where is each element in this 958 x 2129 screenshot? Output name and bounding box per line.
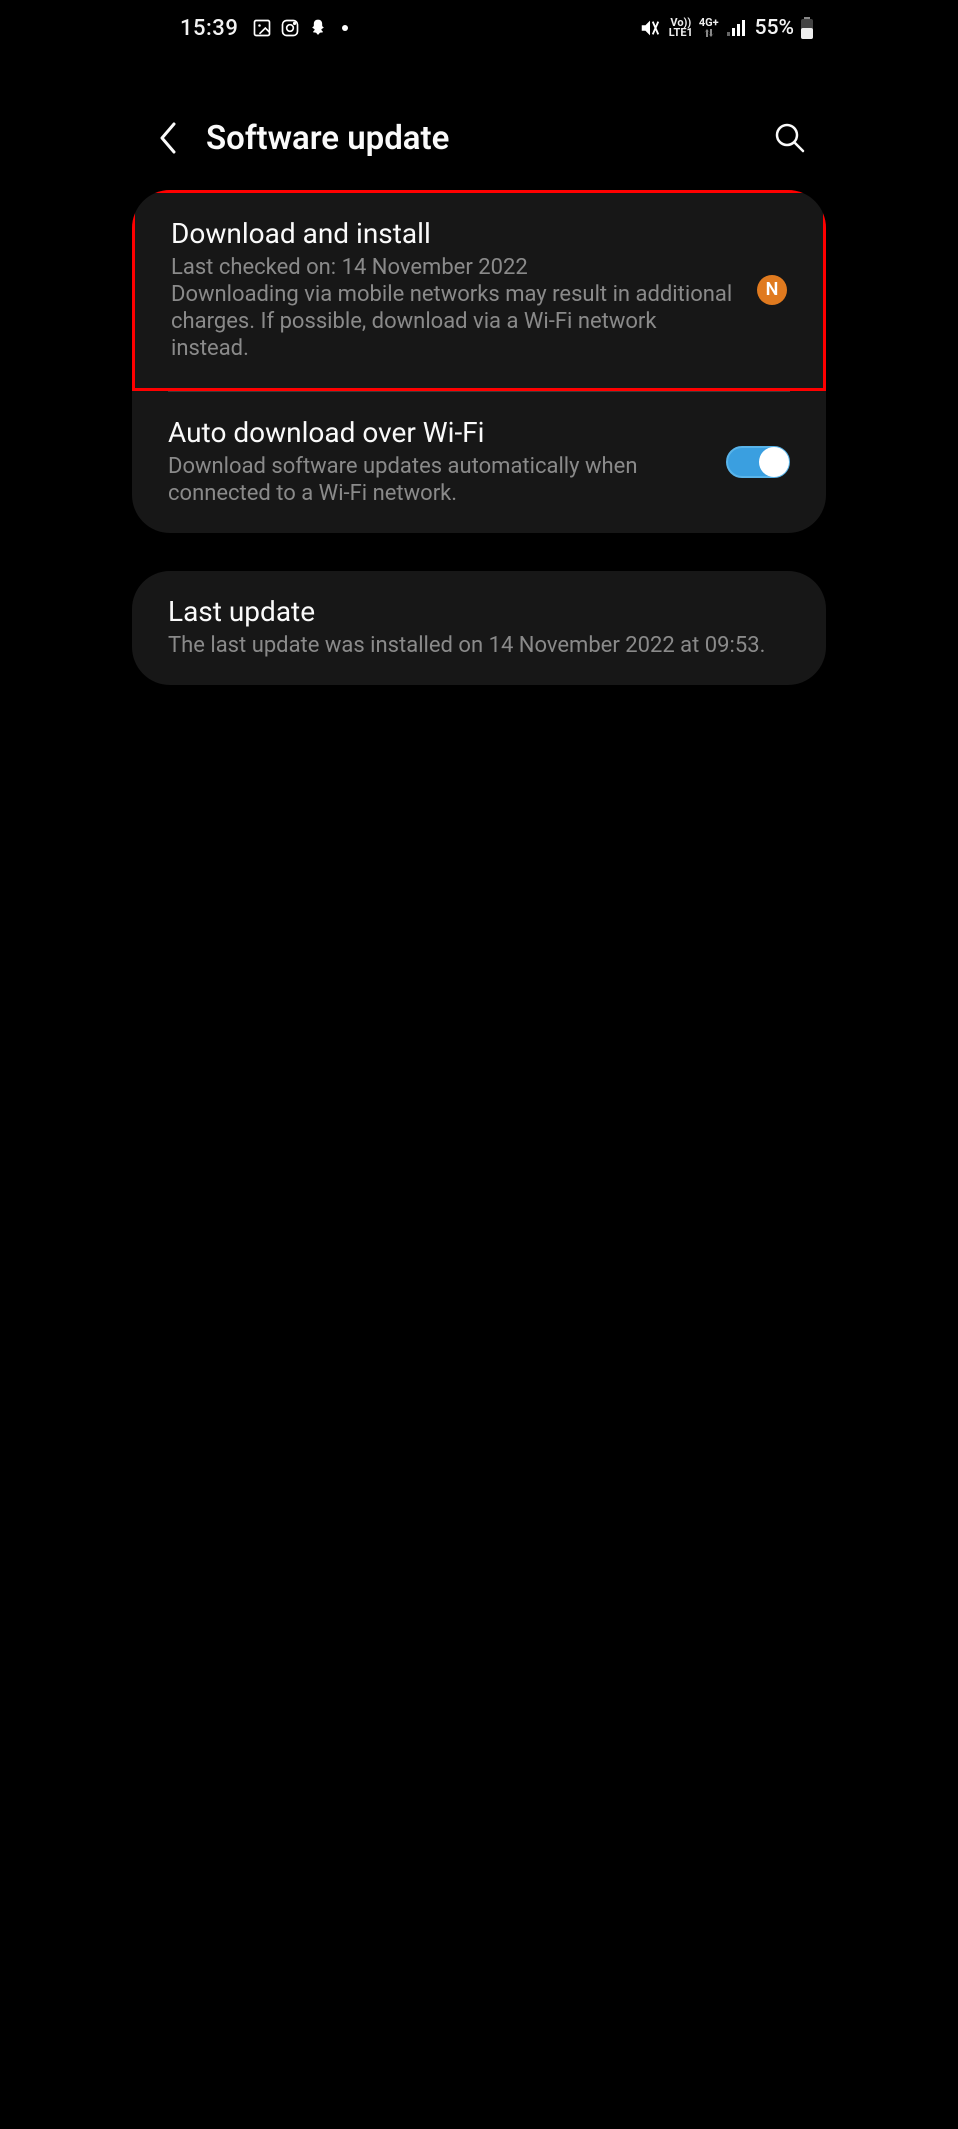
- signal-icon: [727, 20, 747, 36]
- auto-download-title: Auto download over Wi-Fi: [168, 416, 702, 449]
- data-type-label: 4G+: [699, 18, 719, 28]
- more-notifications-dot: [342, 25, 348, 31]
- data-arrows-icon: [703, 28, 715, 38]
- back-button[interactable]: [148, 118, 188, 158]
- download-install-highlight: Download and install Last checked on: 14…: [132, 190, 826, 391]
- lte-label: LTE1: [669, 28, 693, 38]
- download-install-title: Download and install: [171, 217, 737, 250]
- last-update-item[interactable]: Last update The last update was installe…: [132, 571, 826, 685]
- download-install-item[interactable]: Download and install Last checked on: 14…: [135, 193, 823, 388]
- page-title: Software update: [206, 119, 770, 158]
- mute-icon: [639, 17, 661, 39]
- auto-download-item[interactable]: Auto download over Wi-Fi Download softwa…: [132, 392, 826, 533]
- gallery-icon: [252, 18, 272, 38]
- chevron-left-icon: [156, 120, 180, 156]
- last-update-title: Last update: [168, 595, 790, 628]
- download-install-description: Last checked on: 14 November 2022 Downlo…: [171, 254, 737, 362]
- search-button[interactable]: [770, 118, 810, 158]
- settings-group-2: Last update The last update was installe…: [132, 571, 826, 685]
- settings-group-1: Download and install Last checked on: 14…: [132, 190, 826, 533]
- page-header: Software update: [126, 118, 832, 158]
- new-badge: N: [757, 275, 787, 305]
- toggle-knob: [759, 447, 789, 477]
- status-bar: 15:39 Vo)) LTE1: [126, 0, 832, 46]
- auto-download-description: Download software updates automatically …: [168, 453, 702, 507]
- battery-icon: [800, 17, 814, 39]
- instagram-icon: [280, 18, 300, 38]
- last-update-description: The last update was installed on 14 Nove…: [168, 632, 790, 659]
- auto-download-toggle[interactable]: [726, 446, 790, 478]
- status-clock: 15:39: [180, 16, 238, 41]
- snapchat-icon: [308, 18, 328, 38]
- battery-percent: 55%: [755, 16, 794, 40]
- search-icon: [773, 121, 807, 155]
